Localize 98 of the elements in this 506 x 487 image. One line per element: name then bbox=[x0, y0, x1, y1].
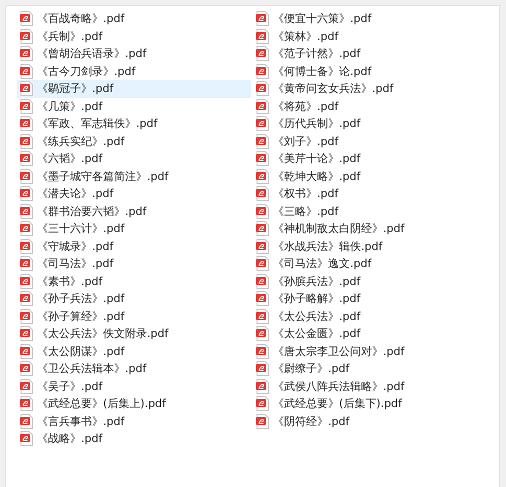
file-item[interactable]: 《乾坤大略》.pdf bbox=[253, 168, 487, 185]
pdf-file-icon bbox=[20, 378, 33, 394]
file-item[interactable]: 《权书》.pdf bbox=[253, 185, 487, 202]
file-item[interactable]: 《吴子》.pdf bbox=[17, 378, 251, 395]
pdf-file-icon bbox=[20, 431, 33, 446]
file-item[interactable]: 《范子计然》.pdf bbox=[253, 45, 487, 62]
pdf-file-icon bbox=[20, 204, 33, 219]
pdf-file-icon bbox=[20, 46, 33, 62]
file-item[interactable]: 《神机制敌太白阴经》.pdf bbox=[253, 220, 487, 238]
file-item[interactable]: 《将苑》.pdf bbox=[253, 98, 487, 115]
pdf-file-icon bbox=[256, 81, 269, 96]
file-item[interactable]: 《司马法》.pdf bbox=[17, 255, 251, 272]
pdf-file-icon bbox=[256, 256, 269, 272]
pdf-file-icon bbox=[256, 344, 269, 359]
pdf-file-icon bbox=[256, 274, 269, 289]
pdf-file-icon bbox=[20, 238, 33, 254]
file-item[interactable]: 《太公金匮》.pdf bbox=[253, 325, 487, 342]
file-item[interactable]: 《孙子兵法》.pdf bbox=[17, 290, 251, 308]
pdf-file-icon bbox=[256, 168, 269, 184]
file-item[interactable]: 《孙子略解》.pdf bbox=[253, 290, 487, 308]
file-item[interactable]: 《孙子算经》.pdf bbox=[17, 308, 251, 325]
file-item[interactable]: 《守城录》.pdf bbox=[17, 238, 251, 255]
file-item[interactable]: 《太公兵法》.pdf bbox=[253, 308, 487, 325]
pdf-file-icon bbox=[256, 151, 269, 166]
file-item[interactable]: 《孙膑兵法》.pdf bbox=[253, 272, 487, 290]
file-item[interactable]: 《阴符经》.pdf bbox=[253, 412, 487, 430]
file-item[interactable]: 《太公阴谋》.pdf bbox=[17, 342, 251, 360]
file-item[interactable]: 《三略》.pdf bbox=[253, 202, 487, 220]
file-item[interactable]: 《兵制》.pdf bbox=[17, 28, 251, 45]
pdf-file-icon bbox=[20, 256, 33, 272]
file-item[interactable]: 《群书治要六韬》.pdf bbox=[17, 202, 251, 220]
pdf-file-icon bbox=[20, 11, 33, 26]
file-item[interactable]: 《鹖冠子》.pdf bbox=[17, 80, 251, 98]
file-item[interactable]: 《素书》.pdf bbox=[17, 272, 251, 290]
file-item[interactable]: 《尉缭子》.pdf bbox=[253, 360, 487, 378]
file-item[interactable]: 《唐太宗李卫公问对》.pdf bbox=[253, 342, 487, 360]
pdf-file-icon bbox=[20, 326, 33, 342]
pdf-file-icon bbox=[256, 238, 269, 254]
pdf-file-icon bbox=[256, 64, 269, 79]
file-item[interactable]: 《六韬》.pdf bbox=[17, 150, 251, 168]
pdf-file-icon bbox=[256, 186, 269, 202]
pdf-file-icon bbox=[256, 11, 269, 26]
file-item[interactable]: 《练兵实纪》.pdf bbox=[17, 132, 251, 150]
file-item[interactable]: 《何博士备》论.pdf bbox=[253, 62, 487, 80]
file-item[interactable]: 《武经总要》(后集下).pdf bbox=[253, 395, 487, 412]
file-item[interactable]: 《墨子城守各篇简注》.pdf bbox=[17, 168, 251, 185]
pdf-file-icon bbox=[256, 361, 269, 376]
pdf-file-icon bbox=[20, 414, 33, 429]
pdf-file-icon bbox=[20, 291, 33, 306]
pdf-file-icon bbox=[20, 28, 33, 44]
pdf-file-icon bbox=[256, 378, 269, 394]
file-item[interactable]: 《三十六计》.pdf bbox=[17, 220, 251, 238]
pdf-file-icon bbox=[20, 344, 33, 359]
pdf-file-icon bbox=[20, 274, 33, 289]
file-item[interactable]: 《曾胡治兵语录》.pdf bbox=[17, 45, 251, 62]
file-item[interactable]: 《水战兵法》辑佚.pdf bbox=[253, 238, 487, 255]
pdf-file-icon bbox=[256, 46, 269, 62]
pdf-file-icon bbox=[20, 168, 33, 184]
file-item[interactable]: 《言兵事书》.pdf bbox=[17, 412, 251, 430]
file-item[interactable]: 《百战奇略》.pdf bbox=[17, 10, 251, 28]
file-item[interactable]: 《战略》.pdf bbox=[17, 430, 251, 448]
pdf-file-icon bbox=[20, 134, 33, 149]
pdf-file-icon bbox=[256, 308, 269, 324]
file-item[interactable]: 《潜夫论》.pdf bbox=[17, 185, 251, 202]
pdf-file-icon bbox=[20, 361, 33, 376]
file-item[interactable]: 《古今刀剑录》.pdf bbox=[17, 62, 251, 80]
pdf-file-icon bbox=[256, 28, 269, 44]
pdf-file-icon bbox=[20, 81, 33, 96]
file-item[interactable]: 《军政、军志辑佚》.pdf bbox=[17, 115, 251, 132]
pdf-file-icon bbox=[256, 326, 269, 342]
pdf-file-icon bbox=[20, 221, 33, 236]
file-item[interactable]: 《策林》.pdf bbox=[253, 28, 487, 45]
file-item[interactable]: 《便宜十六策》.pdf bbox=[253, 10, 487, 28]
pdf-file-icon bbox=[20, 186, 33, 202]
file-item[interactable]: 《美芹十论》.pdf bbox=[253, 150, 487, 168]
pdf-file-icon bbox=[256, 291, 269, 306]
file-item[interactable]: 《武经总要》(后集上).pdf bbox=[17, 395, 251, 412]
pdf-file-icon bbox=[256, 396, 269, 412]
file-item[interactable]: 《武侯八阵兵法辑略》.pdf bbox=[253, 378, 487, 395]
pdf-file-icon bbox=[20, 116, 33, 132]
pdf-file-icon bbox=[256, 204, 269, 219]
pdf-file-icon bbox=[256, 116, 269, 132]
file-item[interactable]: 《历代兵制》.pdf bbox=[253, 115, 487, 132]
file-item[interactable]: 《司马法》逸文.pdf bbox=[253, 255, 487, 272]
pdf-file-icon bbox=[256, 98, 269, 114]
file-item[interactable]: 《卫公兵法辑本》.pdf bbox=[17, 360, 251, 378]
pdf-file-icon bbox=[20, 308, 33, 324]
pdf-file-icon bbox=[20, 98, 33, 114]
pdf-file-icon bbox=[256, 414, 269, 429]
pdf-file-icon bbox=[20, 64, 33, 79]
pdf-file-icon bbox=[256, 221, 269, 236]
file-item[interactable]: 《刘子》.pdf bbox=[253, 132, 487, 150]
pdf-file-icon bbox=[256, 134, 269, 149]
pdf-file-icon bbox=[20, 396, 33, 412]
file-item[interactable]: 《几策》.pdf bbox=[17, 98, 251, 115]
file-item[interactable]: 《太公兵法》佚文附录.pdf bbox=[17, 325, 251, 342]
file-item[interactable]: 《黄帝问玄女兵法》.pdf bbox=[253, 80, 487, 98]
pdf-file-icon bbox=[20, 151, 33, 166]
